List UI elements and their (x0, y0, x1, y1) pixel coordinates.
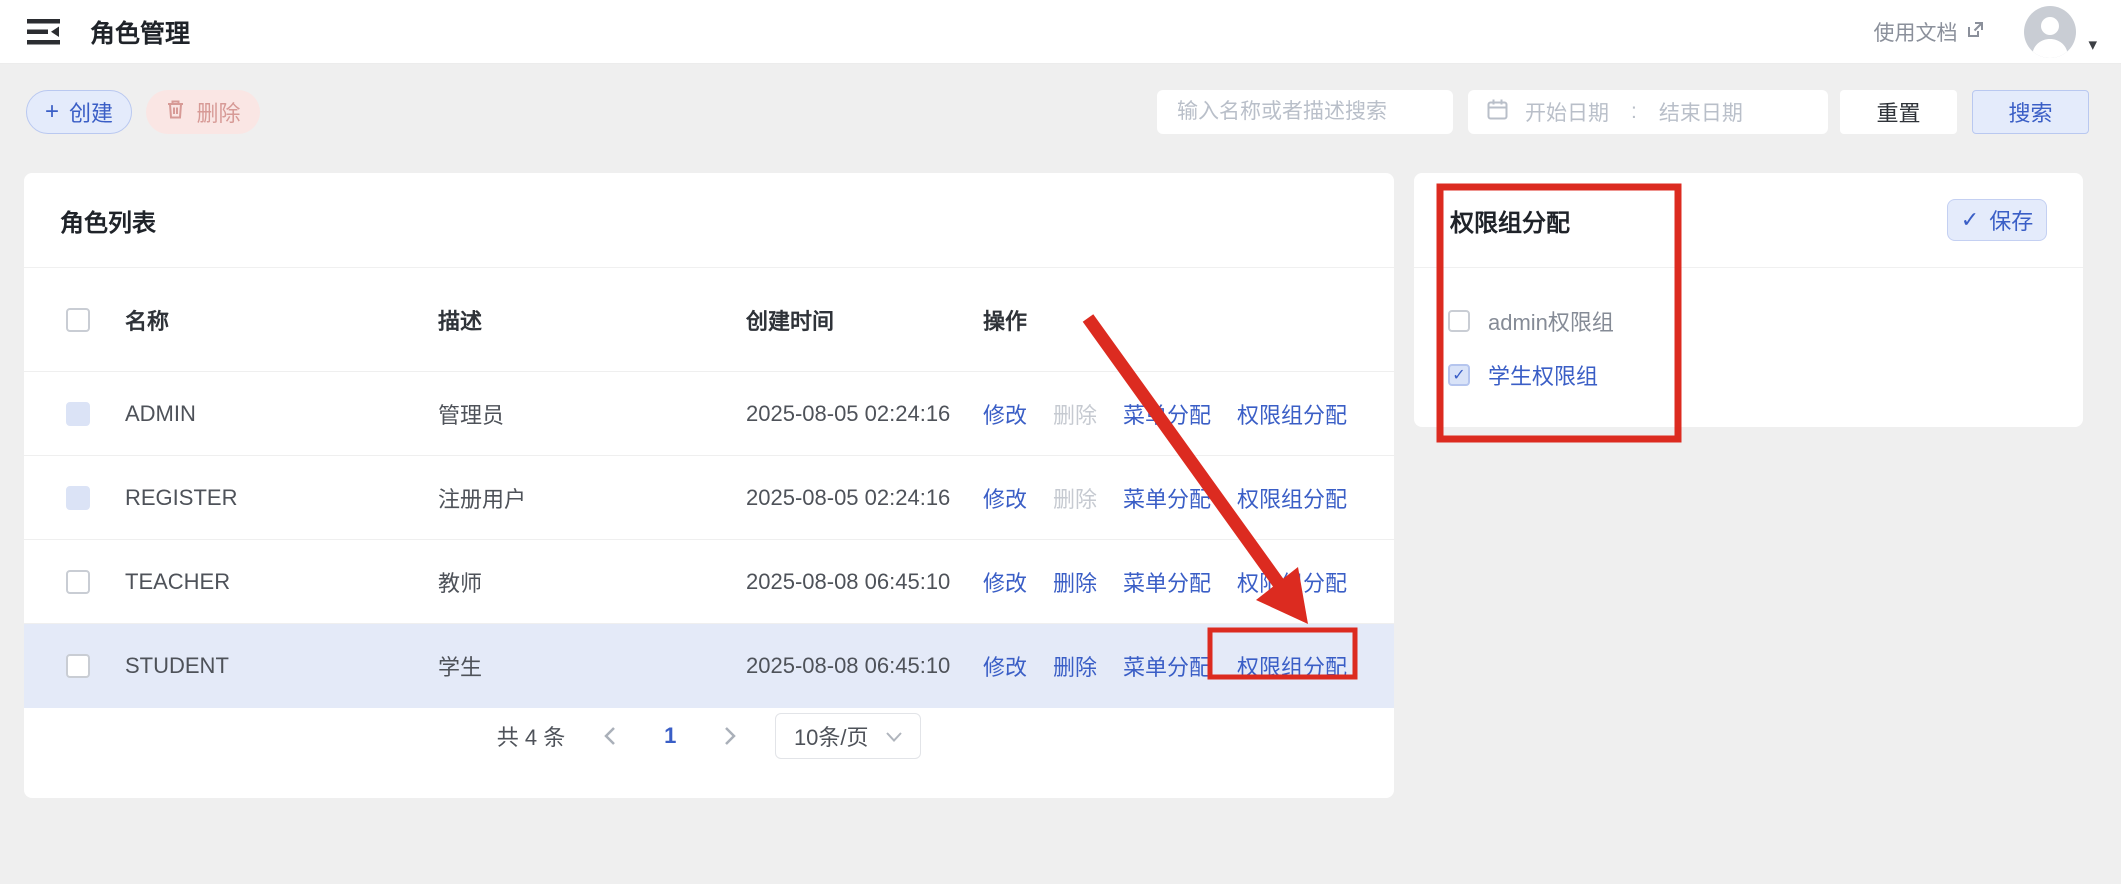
external-link-icon (1965, 19, 1986, 46)
row-checkbox[interactable] (66, 654, 90, 678)
group-checkbox-unchecked[interactable] (1448, 310, 1470, 332)
delete-button[interactable]: 删除 (146, 90, 260, 134)
table-row-student: STUDENT 学生 2025-08-08 06:45:10 修改 删除 菜单分… (24, 624, 1394, 708)
perm-group-assign-link[interactable]: 权限组分配 (1237, 398, 1347, 430)
table-body: ADMIN 管理员 2025-08-05 02:24:16 修改 删除 菜单分配… (24, 372, 1394, 708)
delete-link[interactable]: 删除 (1053, 566, 1097, 598)
role-desc: 学生 (438, 650, 746, 682)
delete-button-label: 删除 (196, 96, 240, 128)
prev-page-icon[interactable] (595, 721, 625, 751)
edit-link[interactable]: 修改 (983, 650, 1027, 682)
permission-group-card: 权限组分配 ✓ 保存 admin权限组 ✓ 学生权限组 (1414, 173, 2083, 427)
role-desc: 管理员 (438, 398, 746, 430)
column-header-ops: 操作 (983, 304, 1394, 336)
plus-icon: + (45, 100, 59, 124)
user-avatar[interactable] (2024, 6, 2076, 58)
header-right: 使用文档 ▾ (1873, 0, 2097, 64)
row-checkbox (66, 402, 90, 426)
role-created: 2025-08-05 02:24:16 (746, 401, 983, 427)
search-button-label: 搜索 (2008, 96, 2052, 128)
permission-group-header: 权限组分配 ✓ 保存 (1414, 173, 2083, 268)
create-button-label: 创建 (69, 96, 113, 128)
row-checkbox[interactable] (66, 570, 90, 594)
permission-group-list: admin权限组 ✓ 学生权限组 (1414, 268, 2083, 398)
role-created: 2025-08-05 02:24:16 (746, 485, 983, 511)
page-title: 角色管理 (90, 14, 190, 50)
column-header-desc: 描述 (438, 304, 746, 336)
group-label: 学生权限组 (1488, 359, 1598, 391)
role-list-title: 角色列表 (60, 203, 156, 238)
search-button[interactable]: 搜索 (1972, 90, 2089, 134)
search-input[interactable] (1157, 90, 1453, 134)
role-created: 2025-08-08 06:45:10 (746, 653, 983, 679)
page-size-value: 10条/页 (794, 720, 869, 752)
role-name: STUDENT (125, 653, 438, 679)
perm-group-assign-link[interactable]: 权限组分配 (1237, 566, 1347, 598)
save-button-label: 保存 (1989, 204, 2033, 236)
next-page-icon[interactable] (715, 721, 745, 751)
permission-group-title: 权限组分配 (1450, 203, 1570, 238)
perm-group-assign-link-student[interactable]: 权限组分配 (1237, 650, 1347, 682)
menu-assign-link[interactable]: 菜单分配 (1123, 398, 1211, 430)
role-list-card: 角色列表 名称 描述 创建时间 操作 ADMIN 管理员 2025-08-05 … (24, 173, 1394, 798)
delete-link[interactable]: 删除 (1053, 650, 1097, 682)
page-size-select[interactable]: 10条/页 (775, 713, 921, 759)
chevron-down-icon (885, 723, 903, 749)
role-desc: 注册用户 (438, 482, 746, 514)
group-row-admin[interactable]: admin权限组 (1448, 298, 2083, 344)
end-date-placeholder: 结束日期 (1659, 97, 1743, 127)
menu-assign-link[interactable]: 菜单分配 (1123, 566, 1211, 598)
group-label: admin权限组 (1488, 305, 1614, 337)
table-row-admin: ADMIN 管理员 2025-08-05 02:24:16 修改 删除 菜单分配… (24, 372, 1394, 456)
page-number[interactable]: 1 (655, 723, 685, 749)
table-row-teacher: TEACHER 教师 2025-08-08 06:45:10 修改 删除 菜单分… (24, 540, 1394, 624)
date-separator: : (1631, 100, 1637, 124)
edit-link[interactable]: 修改 (983, 398, 1027, 430)
edit-link[interactable]: 修改 (983, 566, 1027, 598)
user-menu-caret-icon[interactable]: ▾ (2088, 35, 2097, 55)
pagination-total: 共 4 条 (497, 720, 565, 752)
docs-link[interactable]: 使用文档 (1873, 17, 1986, 47)
trash-icon (165, 98, 186, 126)
role-name: TEACHER (125, 569, 438, 595)
role-created: 2025-08-08 06:45:10 (746, 569, 983, 595)
group-checkbox-checked[interactable]: ✓ (1448, 364, 1470, 386)
docs-link-label: 使用文档 (1873, 17, 1957, 47)
check-icon: ✓ (1452, 365, 1465, 385)
date-range-picker[interactable]: 开始日期 : 结束日期 (1468, 90, 1828, 134)
table-header-row: 名称 描述 创建时间 操作 (24, 268, 1394, 372)
check-icon: ✓ (1961, 207, 1979, 233)
perm-group-assign-link[interactable]: 权限组分配 (1237, 482, 1347, 514)
menu-assign-link[interactable]: 菜单分配 (1123, 650, 1211, 682)
role-desc: 教师 (438, 566, 746, 598)
reset-button[interactable]: 重置 (1840, 90, 1957, 134)
app-header: 角色管理 使用文档 ▾ (0, 0, 2121, 64)
role-list-header: 角色列表 (24, 173, 1394, 268)
select-all-checkbox[interactable] (66, 308, 90, 332)
calendar-icon (1486, 98, 1509, 127)
delete-link: 删除 (1053, 398, 1097, 430)
edit-link[interactable]: 修改 (983, 482, 1027, 514)
group-row-student[interactable]: ✓ 学生权限组 (1448, 352, 2083, 398)
role-management-page: 角色管理 使用文档 ▾ (0, 0, 2121, 884)
column-header-created: 创建时间 (746, 304, 983, 336)
pagination: 共 4 条 1 10条/页 (24, 701, 1394, 771)
toolbar: + 创建 删除 (24, 90, 2097, 134)
role-name: REGISTER (125, 485, 438, 511)
column-header-name: 名称 (125, 304, 438, 336)
role-name: ADMIN (125, 401, 438, 427)
create-button[interactable]: + 创建 (26, 90, 132, 134)
collapse-menu-icon[interactable] (26, 15, 62, 49)
save-button[interactable]: ✓ 保存 (1947, 199, 2047, 241)
table-row-register: REGISTER 注册用户 2025-08-05 02:24:16 修改 删除 … (24, 456, 1394, 540)
menu-assign-link[interactable]: 菜单分配 (1123, 482, 1211, 514)
delete-link: 删除 (1053, 482, 1097, 514)
row-checkbox (66, 486, 90, 510)
reset-button-label: 重置 (1876, 96, 1920, 128)
start-date-placeholder: 开始日期 (1525, 97, 1609, 127)
